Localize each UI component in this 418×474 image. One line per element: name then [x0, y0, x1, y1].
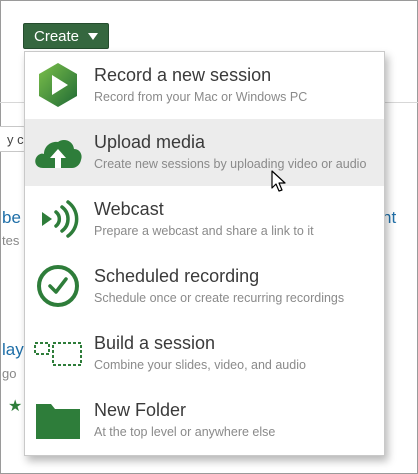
menu-item-description: Schedule once or create recurring record… — [94, 291, 345, 305]
broadcast-icon — [42, 200, 79, 238]
panopto-record-icon — [39, 63, 77, 107]
link-fragment-2[interactable]: lay — [2, 340, 24, 360]
menu-item-webcast[interactable]: Webcast Prepare a webcast and share a li… — [25, 186, 384, 253]
menu-item-description: Combine your slides, video, and audio — [94, 358, 306, 372]
menu-item-title: Record a new session — [94, 65, 272, 85]
menu-item-description: At the top level or anywhere else — [94, 425, 276, 439]
menu-item-title: Build a session — [94, 333, 216, 353]
menu-item-new-folder[interactable]: New Folder At the top level or anywhere … — [25, 387, 384, 454]
search-input-fragment[interactable]: y c — [0, 126, 26, 152]
folder-icon — [36, 404, 80, 439]
menu-item-description: Record from your Mac or Windows PC — [94, 90, 308, 104]
star-icon[interactable]: ★ — [8, 396, 22, 416]
create-button-label: Create — [34, 28, 80, 45]
caret-down-icon — [88, 33, 98, 40]
menu-item-description: Prepare a webcast and share a link to it — [94, 224, 314, 238]
cloud-upload-icon — [35, 140, 82, 168]
menu-item-scheduled-recording[interactable]: Scheduled recording Schedule once or cre… — [25, 253, 384, 320]
menu-item-description: Create new sessions by uploading video o… — [94, 157, 367, 171]
create-button[interactable]: Create — [23, 23, 109, 49]
link-fragment-1[interactable]: be — [2, 208, 21, 228]
menu-item-title: New Folder — [94, 400, 187, 420]
menu-item-upload-media[interactable]: Upload media Create new sessions by uplo… — [25, 119, 384, 186]
clock-icon — [37, 265, 79, 307]
menu-item-title: Upload media — [94, 132, 206, 152]
menu-item-build-session[interactable]: Build a session Combine your slides, vid… — [25, 320, 384, 387]
text-fragment-1: tes — [2, 233, 20, 248]
build-session-icon — [34, 342, 82, 366]
menu-item-record-session[interactable]: Record a new session Record from your Ma… — [25, 52, 384, 119]
text-fragment-2: go — [2, 366, 17, 381]
menu-item-title: Scheduled recording — [94, 266, 260, 286]
mouse-cursor-icon — [271, 170, 286, 192]
menu-item-title: Webcast — [94, 199, 164, 219]
create-menu: Record a new session Record from your Ma… — [24, 51, 385, 456]
